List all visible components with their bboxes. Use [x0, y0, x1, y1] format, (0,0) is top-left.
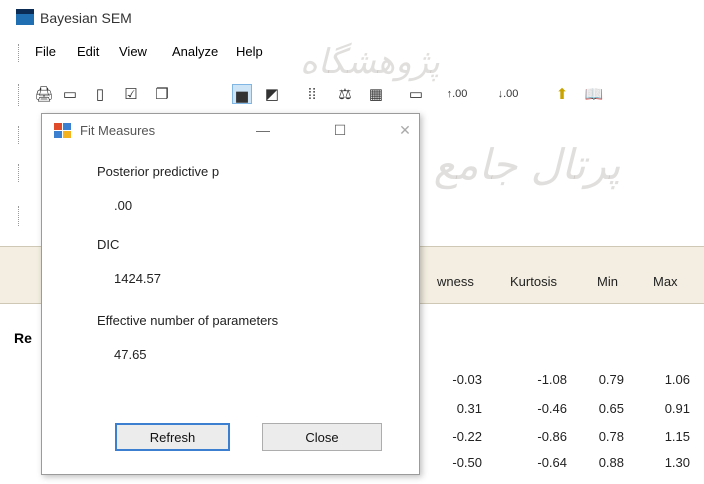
table-cell: -0.64: [537, 455, 567, 470]
image-icon[interactable]: ◩: [262, 84, 282, 104]
column-header-min[interactable]: Min: [597, 274, 618, 289]
window-titlebar: Bayesian SEM: [0, 0, 704, 36]
column-header-max[interactable]: Max: [653, 274, 678, 289]
dic-value: 1424.57: [114, 271, 161, 286]
table-cell: 1.06: [664, 372, 690, 387]
menu-analyze[interactable]: Analyze: [172, 44, 218, 59]
table-cell: 0.78: [598, 429, 624, 444]
window-title: Bayesian SEM: [40, 10, 132, 26]
help-arrow-icon[interactable]: ⬆: [552, 84, 572, 104]
menu-view[interactable]: View: [119, 44, 147, 59]
table-cell: 1.30: [664, 455, 690, 470]
watermark-top: پژوهشگاه: [300, 42, 440, 82]
copy-icon[interactable]: ▭: [60, 84, 80, 104]
app-icon: [16, 9, 34, 25]
table-cell: -0.22: [452, 429, 482, 444]
table-cell: -0.46: [537, 401, 567, 416]
group-label: Re: [14, 330, 32, 346]
table-icon[interactable]: ▦: [366, 84, 386, 104]
posterior-label: Posterior predictive p: [97, 164, 220, 179]
dic-label: DIC: [97, 237, 120, 252]
enp-label: Effective number of parameters: [97, 313, 279, 328]
close-icon[interactable]: ✕: [390, 118, 420, 142]
table-cell: -0.50: [452, 455, 482, 470]
row4-grip: [18, 206, 20, 226]
pages-icon[interactable]: ❐: [152, 84, 172, 104]
posterior-value: .00: [114, 198, 133, 213]
text-icon[interactable]: ▭: [406, 84, 426, 104]
grid-icon[interactable]: ⁞⁞: [302, 84, 322, 104]
refresh-button[interactable]: Refresh: [115, 423, 230, 451]
maximize-icon[interactable]: ☐: [325, 118, 355, 142]
table-cell: 0.88: [598, 455, 624, 470]
scale-icon[interactable]: ⚖: [335, 84, 355, 104]
dialog-app-icon: [54, 123, 72, 139]
document-icon[interactable]: ▯: [90, 84, 110, 104]
print-icon[interactable]: 🖨: [34, 84, 54, 104]
decrease-decimals-icon[interactable]: ↓.00: [491, 84, 525, 104]
chart-icon[interactable]: ▅: [232, 84, 252, 104]
minimize-icon[interactable]: —: [248, 118, 278, 142]
increase-decimals-icon[interactable]: ↑.00: [440, 84, 474, 104]
check-icon[interactable]: ☑: [121, 84, 141, 104]
table-cell: 0.91: [664, 401, 690, 416]
book-icon[interactable]: 📖: [584, 84, 604, 104]
menu-file[interactable]: File: [35, 44, 56, 59]
row2-grip: [18, 126, 20, 144]
dialog-title: Fit Measures: [80, 123, 156, 138]
table-cell: 1.15: [664, 429, 690, 444]
table-cell: 0.79: [598, 372, 624, 387]
menu-edit[interactable]: Edit: [77, 44, 99, 59]
table-cell: 0.65: [598, 401, 624, 416]
menu-help[interactable]: Help: [236, 44, 263, 59]
table-cell: -1.08: [537, 372, 567, 387]
close-button[interactable]: Close: [262, 423, 382, 451]
table-cell: -0.03: [452, 372, 482, 387]
row3-grip: [18, 164, 20, 182]
column-header-skewness[interactable]: wness: [437, 274, 474, 289]
table-cell: 0.31: [456, 401, 482, 416]
fit-measures-dialog: Fit Measures — ☐ ✕ Posterior predictive …: [41, 113, 420, 475]
enp-value: 47.65: [114, 347, 147, 362]
table-cell: -0.86: [537, 429, 567, 444]
column-header-kurtosis[interactable]: Kurtosis: [510, 274, 557, 289]
